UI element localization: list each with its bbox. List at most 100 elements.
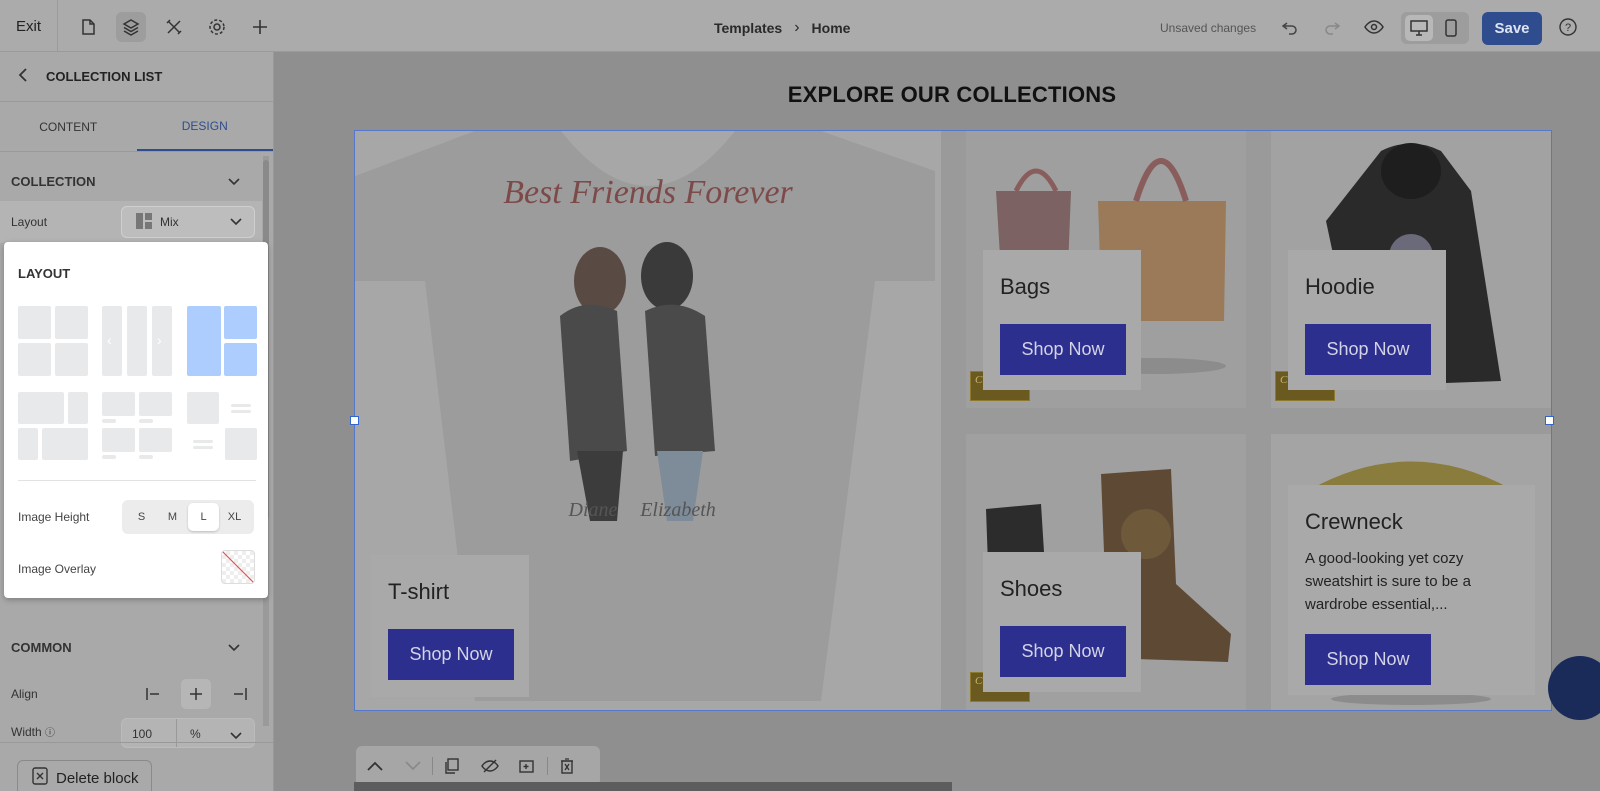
- hide-icon[interactable]: [471, 746, 509, 786]
- redo-icon[interactable]: [1317, 12, 1347, 42]
- collection-list-block[interactable]: Best Friends Forever Diane Elizabeth T-s…: [350, 130, 1554, 711]
- common-section-title: COMMON: [11, 639, 72, 655]
- help-icon[interactable]: ?: [1553, 12, 1583, 42]
- delete-icon[interactable]: [548, 746, 586, 786]
- width-input[interactable]: 100 %: [121, 718, 255, 748]
- shop-now-button[interactable]: Shop Now: [1305, 634, 1431, 685]
- next-section-preview: [354, 782, 952, 791]
- chevron-down-icon[interactable]: [230, 729, 242, 743]
- layout-option-slider[interactable]: ‹ ›: [102, 306, 172, 376]
- page-icon[interactable]: [73, 12, 103, 42]
- align-right-icon[interactable]: [225, 679, 255, 709]
- collection-section-title: COLLECTION: [11, 173, 96, 189]
- section-title: EXPLORE OUR COLLECTIONS: [787, 82, 1117, 107]
- chevron-right-icon: ›: [794, 19, 800, 36]
- shop-now-button[interactable]: Shop Now: [388, 629, 514, 680]
- popover-divider: [18, 480, 256, 481]
- trash-icon: [32, 767, 48, 789]
- layout-option-mix[interactable]: [187, 306, 257, 376]
- image-height-selector: S M L XL: [122, 500, 254, 534]
- image-height-m[interactable]: M: [157, 503, 188, 531]
- move-up-icon[interactable]: [356, 746, 394, 786]
- tab-design[interactable]: DESIGN: [136, 102, 273, 151]
- width-label-text: Width: [11, 725, 42, 739]
- info-icon: ⓘ: [45, 728, 56, 739]
- collection-description: A good-looking yet cozy sweatshirt is su…: [1305, 550, 1471, 613]
- chevron-right-icon: ›: [157, 332, 162, 348]
- collection-card-bags: Bags Shop Now: [983, 250, 1141, 390]
- layout-row: Layout Mix: [0, 201, 262, 243]
- add-section-icon[interactable]: [509, 746, 547, 786]
- add-icon[interactable]: [245, 12, 275, 42]
- collection-tile-tshirt[interactable]: Best Friends Forever Diane Elizabeth T-s…: [355, 131, 941, 710]
- align-left-icon[interactable]: [138, 679, 168, 709]
- resize-handle-left[interactable]: [350, 416, 359, 425]
- toolbar-divider: [57, 0, 58, 52]
- chevron-down-icon: [230, 215, 242, 229]
- collection-tile-crewneck[interactable]: Crewneck A good-looking yet cozy sweatsh…: [1271, 434, 1551, 710]
- common-section-header[interactable]: COMMON: [0, 632, 262, 662]
- preview-eye-icon[interactable]: [1359, 12, 1389, 42]
- chevron-down-icon: [228, 640, 240, 655]
- back-icon[interactable]: [18, 68, 28, 85]
- shop-now-button[interactable]: Shop Now: [1000, 324, 1126, 375]
- collection-card-hoodie: Hoodie Shop Now: [1288, 250, 1446, 390]
- image-height-l[interactable]: L: [188, 503, 219, 531]
- save-button[interactable]: Save: [1482, 12, 1542, 45]
- tshirt-print-text: Best Friends Forever: [503, 174, 793, 211]
- tab-content[interactable]: CONTENT: [0, 102, 137, 151]
- collection-title: Hoodie: [1305, 274, 1375, 299]
- shop-now-button[interactable]: Shop Now: [1305, 324, 1431, 375]
- delete-block-label: Delete block: [56, 769, 139, 787]
- align-label: Align: [11, 687, 38, 701]
- image-overlay-label: Image Overlay: [18, 562, 97, 576]
- layout-popover: LAYOUT ‹ › Image Height S M L XL Image O…: [4, 242, 268, 598]
- breadcrumb-home[interactable]: Home: [812, 20, 851, 36]
- tshirt-name-2: Elizabeth: [639, 499, 716, 521]
- tools-icon[interactable]: [159, 12, 189, 42]
- duplicate-icon[interactable]: [433, 746, 471, 786]
- undo-icon[interactable]: [1275, 12, 1305, 42]
- layout-select[interactable]: Mix: [121, 206, 255, 238]
- breadcrumb-templates[interactable]: Templates: [714, 20, 782, 36]
- layout-label: Layout: [11, 215, 48, 229]
- resize-handle-right[interactable]: [1545, 416, 1554, 425]
- image-overlay-swatch[interactable]: [221, 550, 255, 584]
- device-toggle: [1401, 12, 1469, 44]
- mobile-icon[interactable]: [1437, 15, 1465, 41]
- move-down-icon[interactable]: [394, 746, 432, 786]
- collection-title: Crewneck: [1305, 509, 1403, 534]
- save-status: Unsaved changes: [1160, 21, 1257, 35]
- layout-option-alternating[interactable]: [187, 392, 257, 462]
- align-center-icon[interactable]: [181, 679, 211, 709]
- collection-card-tshirt: T-shirt Shop Now: [371, 555, 529, 697]
- image-height-s[interactable]: S: [126, 503, 157, 531]
- chat-widget-icon[interactable]: [1548, 656, 1600, 720]
- layout-option-grid[interactable]: [18, 306, 88, 376]
- no-color-icon: [222, 551, 254, 583]
- collection-card-shoes: Shoes Shop Now: [983, 552, 1141, 692]
- delete-block-button[interactable]: Delete block: [17, 760, 152, 791]
- exit-button[interactable]: Exit: [16, 18, 41, 35]
- collection-tile-hoodie[interactable]: Customized Hoodie Shop Now: [1271, 131, 1551, 408]
- panel-divider: [0, 742, 274, 743]
- collection-title: Shoes: [1000, 576, 1063, 601]
- gear-icon[interactable]: [202, 12, 232, 42]
- collection-tile-bags[interactable]: Customized Bags Shop Now: [966, 131, 1246, 408]
- layout-option-staggered[interactable]: [18, 392, 88, 462]
- collection-title: T-shirt: [388, 579, 450, 604]
- layout-option-captioned-grid[interactable]: [102, 392, 172, 462]
- layers-icon[interactable]: [116, 12, 146, 42]
- width-value: 100: [132, 727, 153, 741]
- width-label: Width ⓘ: [11, 724, 55, 739]
- desktop-icon[interactable]: [1405, 15, 1433, 41]
- editor-toolbar: Exit Templates › Home Unsaved changes Sa…: [0, 0, 1600, 52]
- panel-header: COLLECTION LIST: [0, 52, 273, 102]
- image-height-label: Image Height: [18, 510, 90, 524]
- breadcrumb: Templates › Home: [714, 19, 850, 37]
- collection-tile-shoes[interactable]: Customized Shoes Shop Now: [966, 434, 1246, 710]
- width-unit[interactable]: %: [190, 727, 201, 741]
- shop-now-button[interactable]: Shop Now: [1000, 626, 1126, 677]
- image-height-xl[interactable]: XL: [219, 503, 250, 531]
- collection-section-header[interactable]: COLLECTION: [0, 166, 262, 196]
